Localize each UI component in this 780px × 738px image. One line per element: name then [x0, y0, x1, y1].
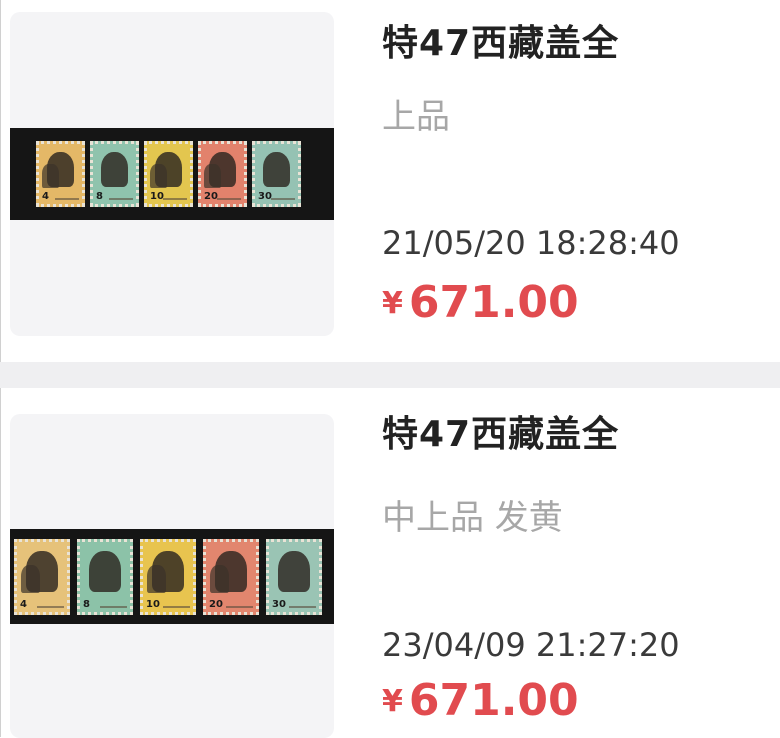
price-amount: 671.00: [408, 675, 579, 726]
stamp-value: 30: [272, 598, 286, 610]
stamp-value: 8: [96, 191, 103, 202]
stamp-figure: [262, 152, 291, 188]
stamp-value: 8: [83, 598, 90, 610]
stamp-figure: [21, 565, 40, 594]
stamp-figure: [89, 551, 121, 592]
stamp-caption-line: [162, 605, 190, 608]
stamp: 8: [77, 538, 133, 615]
stamp: 30: [266, 538, 322, 615]
stamp-figure: [150, 164, 167, 189]
section-divider: [0, 362, 780, 388]
stamp-value: 10: [150, 191, 164, 202]
stamp: 4: [36, 141, 85, 207]
stamp-value: 20: [204, 191, 218, 202]
stamp: 4: [14, 538, 70, 615]
stamp-strip: 4 8 10 20 30: [10, 529, 334, 624]
price: ¥671.00: [382, 674, 579, 728]
stamp-photo[interactable]: 4 8 10 20 30: [10, 12, 334, 336]
stamp-strip: 4 8 10 20 30: [10, 128, 334, 220]
listing-item[interactable]: 4 8 10 20 30: [0, 0, 780, 362]
stamp-caption-line: [163, 198, 187, 200]
condition-grade: 中上品 发黄: [382, 498, 563, 538]
currency-symbol: ¥: [382, 285, 403, 321]
listing-timestamp: 21/05/20 18:28:40: [382, 224, 680, 262]
stamp: 10: [144, 141, 193, 207]
stamp-figure: [147, 565, 166, 594]
listing-title[interactable]: 特47西藏盖全: [382, 22, 619, 66]
stamp-caption-line: [288, 605, 316, 608]
listing-item[interactable]: 4 8 10 20 30: [0, 388, 780, 738]
stamp: 8: [90, 141, 139, 207]
stamp-caption-line: [225, 605, 253, 608]
price: ¥671.00: [382, 276, 579, 330]
stamp-value: 4: [42, 191, 49, 202]
currency-symbol: ¥: [382, 683, 403, 719]
stamp-figure: [210, 565, 229, 594]
stamp-caption-line: [109, 198, 133, 200]
stamp-value: 10: [146, 598, 160, 610]
listing-title[interactable]: 特47西藏盖全: [382, 413, 619, 457]
stamp-figure: [42, 164, 59, 189]
stamp-figure: [100, 152, 129, 188]
stamp: 20: [198, 141, 247, 207]
stamp-value: 20: [209, 598, 223, 610]
condition-grade: 上品: [382, 97, 450, 137]
stamp-value: 30: [258, 191, 272, 202]
stamp: 30: [252, 141, 301, 207]
stamp-caption-line: [99, 605, 127, 608]
listing-timestamp: 23/04/09 21:27:20: [382, 626, 680, 664]
stamp-value: 4: [20, 598, 27, 610]
price-amount: 671.00: [408, 277, 579, 328]
stamp: 20: [203, 538, 259, 615]
stamp-caption-line: [55, 198, 79, 200]
stamp-figure: [278, 551, 310, 592]
stamp: 10: [140, 538, 196, 615]
stamp-caption-line: [217, 198, 241, 200]
stamp-caption-line: [36, 605, 64, 608]
stamp-photo[interactable]: 4 8 10 20 30: [10, 414, 334, 738]
stamp-figure: [204, 164, 221, 189]
stamp-caption-line: [271, 198, 295, 200]
